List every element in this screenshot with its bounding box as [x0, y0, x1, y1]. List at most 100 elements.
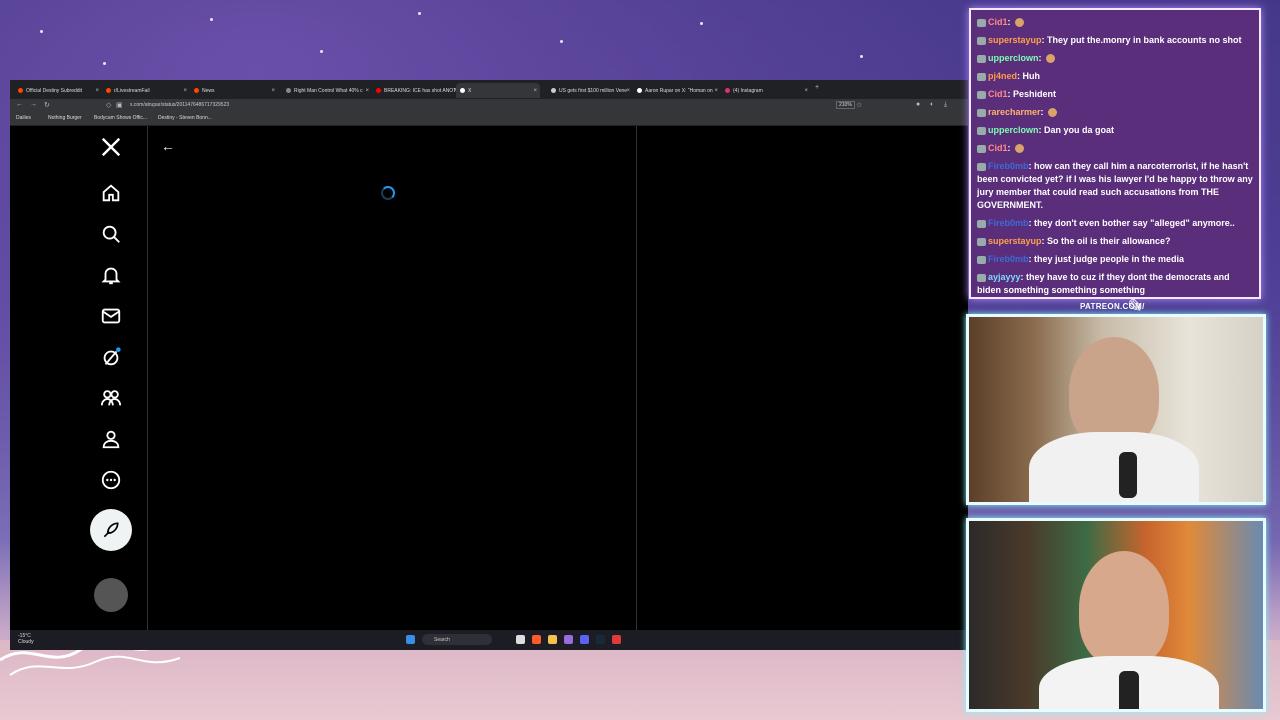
folder-icon[interactable]	[548, 635, 557, 644]
chat-username[interactable]: Fireb0mb	[988, 161, 1029, 171]
tab-1[interactable]: r/LivestreamFail ×	[102, 83, 190, 98]
new-tab-button[interactable]: +	[815, 84, 819, 91]
chat-text: they don't even bother say "alleged" any…	[1034, 218, 1235, 228]
star	[700, 22, 703, 25]
chat-message: upperclown:	[971, 52, 1259, 65]
tab-strip: Official Destiny Subreddit × r/Livestrea…	[10, 80, 968, 99]
reddit-icon	[18, 88, 23, 93]
puzzle-icon[interactable]: ◐	[930, 101, 934, 108]
star	[103, 62, 106, 65]
chat-username[interactable]: upperclown	[988, 125, 1039, 135]
forward-icon[interactable]: →	[30, 101, 37, 108]
badge-icon	[977, 219, 986, 228]
browser-icon[interactable]	[532, 635, 541, 644]
taskview-icon[interactable]	[516, 635, 525, 644]
star	[320, 50, 323, 53]
emote-icon	[1048, 108, 1058, 118]
chat-separator: :	[1007, 17, 1014, 27]
home-icon[interactable]	[90, 172, 132, 214]
tab-2[interactable]: News ×	[190, 83, 278, 98]
obs-icon[interactable]	[612, 635, 621, 644]
chat-username[interactable]: Cid1	[988, 17, 1008, 27]
star-icon[interactable]: ☆	[856, 101, 862, 109]
mail-icon[interactable]	[90, 295, 132, 337]
download-icon[interactable]: ⤓	[944, 101, 947, 109]
badge-icon	[977, 237, 986, 246]
close-icon[interactable]: ×	[365, 88, 369, 94]
close-icon[interactable]: ×	[533, 88, 537, 94]
bookmark-nothing-burger[interactable]: Nothing Burger	[48, 115, 82, 121]
reload-icon[interactable]: ↻	[44, 101, 50, 109]
chat-message: superstayup: So the oil is their allowan…	[971, 235, 1259, 248]
bookmark-bodycam[interactable]: Bodycam Shows Offic...	[94, 115, 147, 121]
profile-icon[interactable]	[90, 418, 132, 460]
post-button[interactable]	[90, 509, 132, 551]
page-icon	[551, 88, 556, 93]
discord-icon[interactable]	[580, 635, 589, 644]
star	[418, 12, 421, 15]
taskbar-search[interactable]: Search	[422, 634, 492, 645]
tab-3[interactable]: Right Man Control What 40% c ×	[282, 83, 372, 98]
tab-5-active[interactable]: X ×	[456, 83, 540, 98]
emote-icon	[1015, 144, 1025, 154]
badge-icon	[977, 162, 986, 171]
chat-username[interactable]: superstayup	[988, 35, 1042, 45]
tab-4[interactable]: BREAKING: ICE has shot ANOT ×	[372, 83, 460, 98]
tab-label: Aaron Rupar on X: "Homan on	[645, 87, 713, 94]
address-bar: ← → ↻ ◇ ▣ x.com/atrupar/status/201147648…	[10, 99, 968, 113]
account-avatar[interactable]	[94, 578, 128, 612]
tab-0[interactable]: Official Destiny Subreddit ×	[14, 83, 102, 98]
webcam-top	[966, 314, 1266, 505]
chat-username[interactable]: Cid1	[988, 143, 1008, 153]
grok-icon[interactable]	[90, 336, 132, 378]
loading-spinner	[381, 186, 395, 200]
shield-icon[interactable]: ◇	[106, 101, 111, 109]
back-arrow-icon[interactable]: ←	[161, 138, 175, 154]
badge-icon	[977, 18, 986, 27]
search-icon[interactable]	[90, 213, 132, 255]
extension-icon[interactable]: ●	[916, 101, 920, 108]
lock-icon[interactable]: ▣	[116, 101, 123, 109]
close-icon[interactable]: ×	[271, 88, 275, 94]
microphone	[1119, 452, 1137, 498]
bookmark-dailies[interactable]: Dailies	[16, 115, 31, 121]
search-label: Search	[434, 636, 450, 643]
chat-username[interactable]: Fireb0mb	[988, 254, 1029, 264]
chat-username[interactable]: Fireb0mb	[988, 218, 1029, 228]
tab-7[interactable]: Aaron Rupar on X: "Homan on ×	[633, 83, 721, 98]
chat-separator: :	[1040, 107, 1047, 117]
close-icon[interactable]: ×	[714, 88, 718, 94]
zoom-badge[interactable]: 210%	[836, 101, 855, 109]
back-icon[interactable]: ←	[16, 101, 23, 108]
tab-6[interactable]: US gets first $100 million Vene ×	[547, 83, 633, 98]
chat-username[interactable]: ayjayyy	[988, 272, 1021, 282]
close-icon[interactable]: ×	[804, 88, 808, 94]
url-input[interactable]: x.com/atrupar/status/2011476486717329523	[130, 102, 229, 108]
chat-username[interactable]: superstayup	[988, 236, 1042, 246]
chat-username[interactable]: pj4ned	[988, 71, 1017, 81]
microphone	[1119, 671, 1139, 709]
x-icon	[460, 88, 465, 93]
tab-8[interactable]: (4) Instagram ×	[721, 83, 811, 98]
chat-message: Cid1:	[971, 16, 1259, 29]
communities-icon[interactable]	[90, 377, 132, 419]
chat-username[interactable]: Cid1	[988, 89, 1008, 99]
bell-icon[interactable]	[90, 254, 132, 296]
x-logo-icon[interactable]	[90, 126, 132, 168]
chat-text: they just judge people in the media	[1034, 254, 1185, 264]
start-icon[interactable]	[406, 635, 415, 644]
feather-icon	[103, 522, 119, 538]
more-icon[interactable]	[90, 459, 132, 501]
close-icon[interactable]: ×	[95, 88, 99, 94]
person-head	[1079, 551, 1169, 666]
steam-icon[interactable]	[596, 635, 605, 644]
close-icon[interactable]: ×	[626, 88, 630, 94]
bookmark-destiny[interactable]: Destiny - Steven Bonn...	[158, 115, 212, 121]
chat-text: Peshident	[1013, 89, 1057, 99]
close-icon[interactable]: ×	[183, 88, 187, 94]
app-icon[interactable]	[564, 635, 573, 644]
chat-username[interactable]: upperclown	[988, 53, 1039, 63]
chat-message: Cid1:	[971, 142, 1259, 155]
weather-widget[interactable]: -15°C Cloudy	[18, 633, 34, 645]
chat-username[interactable]: rarecharmer	[988, 107, 1041, 117]
